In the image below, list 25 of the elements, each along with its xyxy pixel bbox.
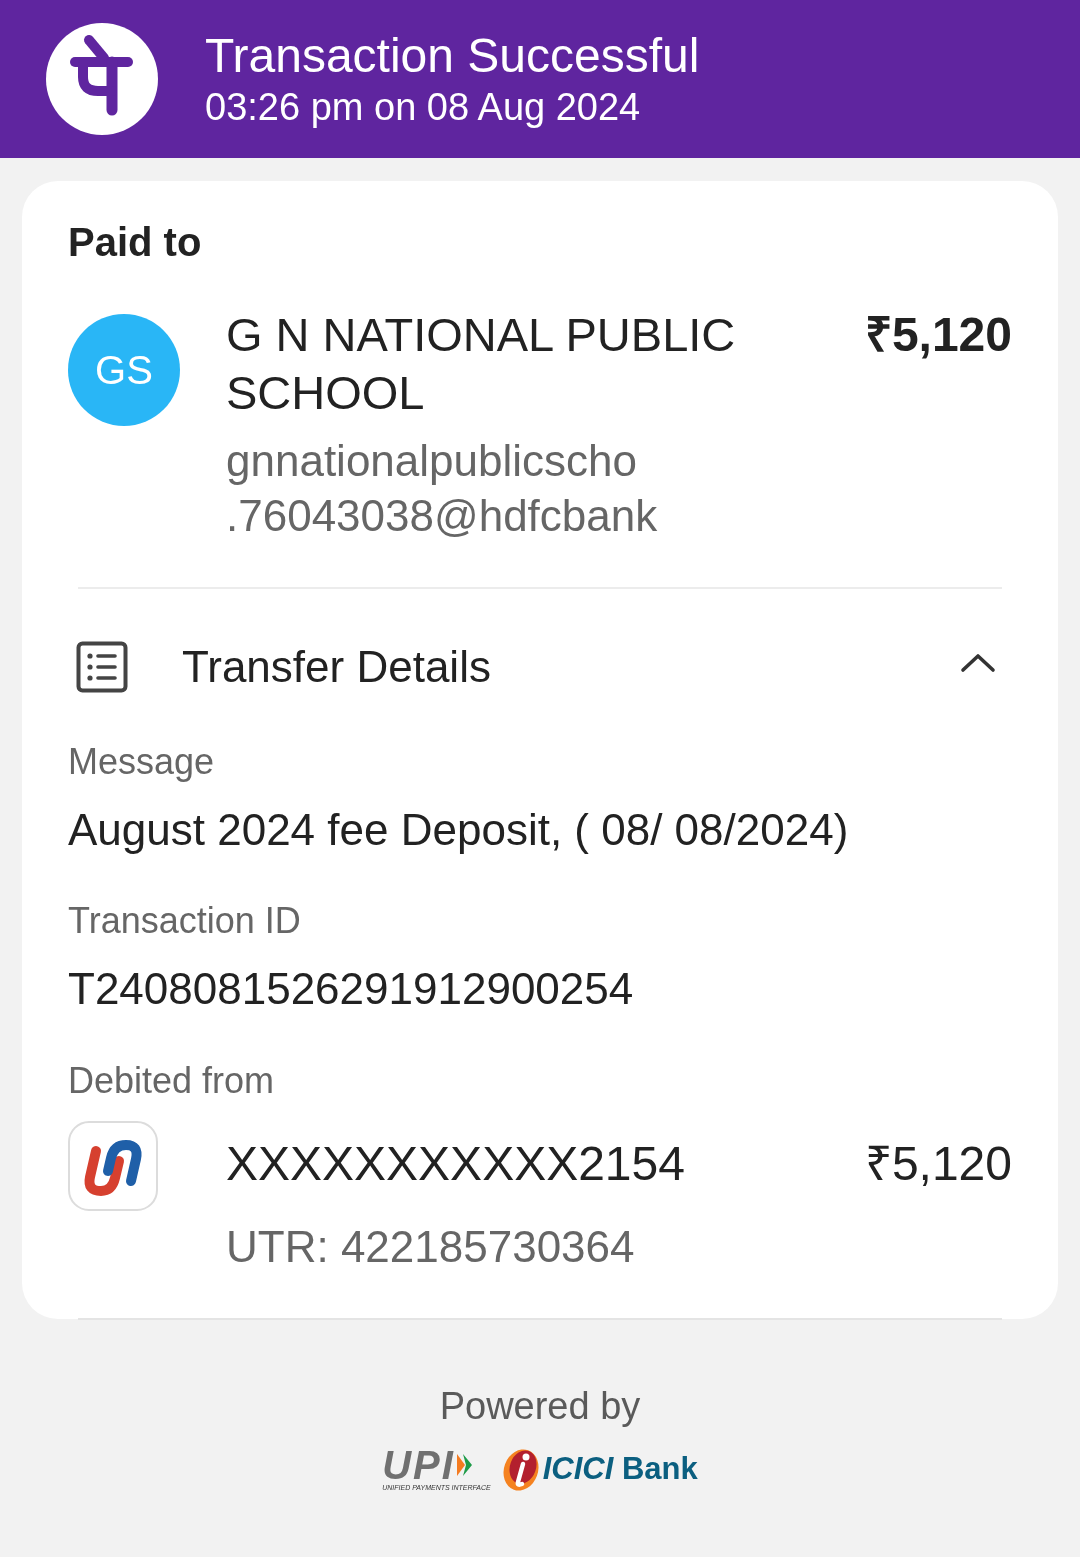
avatar-initials: GS (95, 347, 153, 394)
payee-name: G N NATIONAL PUBLIC SCHOOL (226, 307, 737, 421)
upi-id: gnnationalpublicscho .76043038@hdfcbank (226, 435, 658, 542)
field-label: Message (68, 740, 215, 784)
field-label: Debited from (68, 1059, 275, 1103)
field-value: T2408081526291912900254 (68, 963, 634, 1015)
section-title[interactable]: Transfer Details (182, 641, 960, 693)
bank-logo-icon (68, 1121, 158, 1211)
account-number: XXXXXXXXXXX2154 (226, 1136, 685, 1192)
payment-amount: ₹5,120 (864, 307, 1012, 363)
debited-amount: ₹5,120 (864, 1136, 1012, 1192)
field-value: August 2024 fee Deposit, ( 08/ 08/2024) (68, 804, 849, 856)
chevron-up-icon[interactable] (960, 653, 996, 673)
utr-number: UTR: 422185730364 (226, 1221, 635, 1273)
powered-by-text: Powered by (439, 1384, 641, 1428)
field-label: Transaction ID (68, 899, 301, 943)
transaction-time: 03:26 pm on 08 Aug 2024 (205, 85, 642, 130)
logo-icon (46, 23, 158, 135)
arrow-icon (454, 1452, 473, 1477)
upi-logo-text: UPI (382, 1446, 455, 1483)
bank-name-logo: ICICI Bank (542, 1450, 698, 1488)
status-title: Transaction Successful (205, 28, 700, 84)
list-icon (76, 641, 128, 693)
section-heading: Paid to (68, 219, 202, 266)
emblem-icon (500, 1446, 541, 1492)
